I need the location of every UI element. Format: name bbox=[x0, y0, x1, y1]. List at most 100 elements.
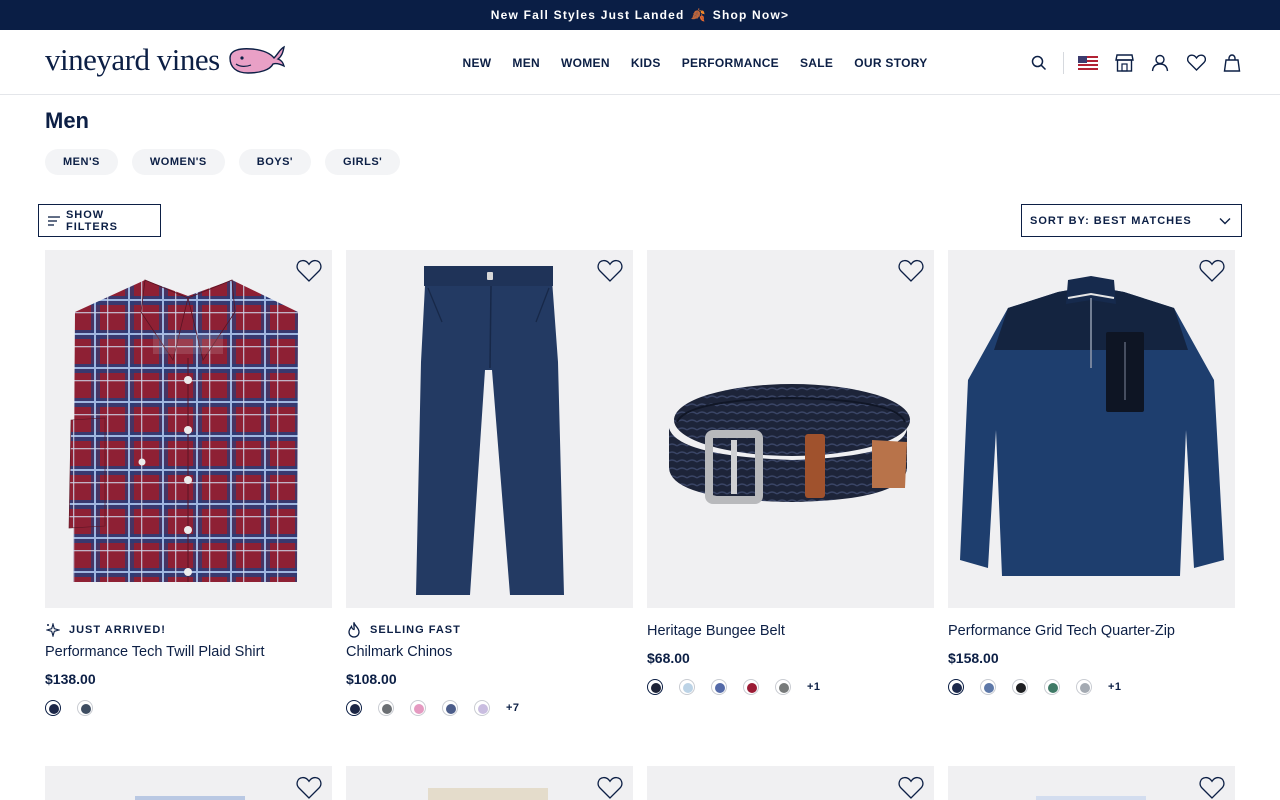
color-swatch[interactable] bbox=[775, 679, 791, 695]
nav-our-story[interactable]: OUR STORY bbox=[844, 56, 938, 70]
product-card[interactable]: SELLING FAST Chilmark Chinos $108.00 +7 bbox=[346, 250, 633, 716]
quarter-zip-image bbox=[960, 276, 1224, 576]
bag-icon[interactable] bbox=[1214, 45, 1250, 81]
nav-new[interactable]: NEW bbox=[452, 56, 502, 70]
filter-lines-icon bbox=[48, 215, 60, 226]
add-to-wishlist-heart-icon[interactable] bbox=[898, 259, 924, 283]
product-image-partial bbox=[428, 788, 548, 800]
color-swatches: +7 bbox=[346, 700, 633, 716]
color-swatch[interactable] bbox=[410, 700, 426, 716]
nav-performance[interactable]: PERFORMANCE bbox=[671, 56, 789, 70]
color-swatch[interactable] bbox=[378, 700, 394, 716]
promo-text: New Fall Styles Just Landed bbox=[490, 8, 685, 22]
color-swatch[interactable] bbox=[743, 679, 759, 695]
add-to-wishlist-heart-icon[interactable] bbox=[1199, 776, 1225, 800]
show-filters-label: SHOW FILTERS bbox=[65, 208, 118, 233]
product-price: $108.00 bbox=[346, 671, 397, 687]
site-header: vineyard vines NEW MEN WOMEN KIDS PERFOR… bbox=[0, 30, 1280, 95]
color-swatch[interactable] bbox=[1076, 679, 1092, 695]
show-filters-button[interactable]: SHOW FILTERS bbox=[38, 204, 161, 237]
color-swatch-selected[interactable] bbox=[346, 700, 362, 716]
product-image-partial bbox=[135, 796, 245, 800]
store-icon[interactable] bbox=[1106, 45, 1142, 81]
chevron-down-icon bbox=[1219, 217, 1231, 224]
header-divider bbox=[1063, 51, 1064, 74]
chip-boys[interactable]: BOYS' bbox=[238, 149, 312, 175]
color-swatches bbox=[45, 700, 332, 716]
product-name[interactable]: Performance Grid Tech Quarter-Zip bbox=[948, 623, 1235, 639]
product-name[interactable]: Heritage Bungee Belt bbox=[647, 623, 934, 639]
more-colors-count[interactable]: +1 bbox=[1108, 681, 1122, 693]
badge-text: SELLING FAST bbox=[370, 624, 461, 636]
category-chips: MEN'S WOMEN'S BOYS' GIRLS' bbox=[45, 149, 401, 175]
nav-women[interactable]: WOMEN bbox=[550, 56, 620, 70]
header-icons bbox=[1021, 30, 1250, 95]
product-card[interactable]: JUST ARRIVED! Performance Tech Twill Pla… bbox=[45, 250, 332, 716]
product-card-partial[interactable] bbox=[45, 766, 332, 800]
add-to-wishlist-heart-icon[interactable] bbox=[296, 259, 322, 283]
product-price: $158.00 bbox=[948, 650, 999, 666]
product-card[interactable]: Performance Grid Tech Quarter-Zip $158.0… bbox=[948, 250, 1235, 695]
product-image[interactable] bbox=[948, 250, 1235, 608]
product-card-partial[interactable] bbox=[647, 766, 934, 800]
wishlist-icon[interactable] bbox=[1178, 45, 1214, 81]
product-name[interactable]: Performance Tech Twill Plaid Shirt bbox=[45, 644, 332, 660]
more-colors-count[interactable]: +7 bbox=[506, 702, 520, 714]
color-swatch[interactable] bbox=[679, 679, 695, 695]
promo-banner[interactable]: New Fall Styles Just Landed 🍂 Shop Now> bbox=[0, 0, 1280, 30]
add-to-wishlist-heart-icon[interactable] bbox=[898, 776, 924, 800]
plaid-shirt-image bbox=[68, 279, 298, 582]
product-card-partial[interactable] bbox=[948, 766, 1235, 800]
product-price: $138.00 bbox=[45, 671, 96, 687]
product-image-partial bbox=[1036, 796, 1146, 800]
leaf-icon: 🍂 bbox=[690, 8, 707, 22]
main-nav: NEW MEN WOMEN KIDS PERFORMANCE SALE OUR … bbox=[452, 30, 938, 95]
logo[interactable]: vineyard vines bbox=[45, 42, 286, 78]
nav-sale[interactable]: SALE bbox=[790, 56, 844, 70]
page-title: Men bbox=[45, 108, 89, 133]
product-price: $68.00 bbox=[647, 650, 690, 666]
add-to-wishlist-heart-icon[interactable] bbox=[597, 776, 623, 800]
add-to-wishlist-heart-icon[interactable] bbox=[1199, 259, 1225, 283]
sort-dropdown[interactable]: SORT BY: BEST MATCHES bbox=[1021, 204, 1242, 237]
color-swatch-selected[interactable] bbox=[948, 679, 964, 695]
color-swatch[interactable] bbox=[980, 679, 996, 695]
search-icon[interactable] bbox=[1021, 45, 1057, 81]
product-badge: SELLING FAST bbox=[346, 622, 633, 638]
color-swatch[interactable] bbox=[474, 700, 490, 716]
bungee-belt-image bbox=[669, 384, 910, 504]
sparkle-icon bbox=[45, 622, 61, 638]
product-image[interactable] bbox=[45, 250, 332, 608]
color-swatch-selected[interactable] bbox=[647, 679, 663, 695]
color-swatch[interactable] bbox=[442, 700, 458, 716]
whale-logo-icon bbox=[228, 45, 285, 74]
product-image[interactable] bbox=[647, 250, 934, 608]
chinos-image bbox=[416, 266, 564, 595]
chip-womens[interactable]: WOMEN'S bbox=[131, 149, 225, 175]
us-flag-icon[interactable] bbox=[1070, 45, 1106, 81]
product-image[interactable] bbox=[346, 250, 633, 608]
add-to-wishlist-heart-icon[interactable] bbox=[597, 259, 623, 283]
logo-text: vineyard vines bbox=[45, 42, 220, 77]
account-icon[interactable] bbox=[1142, 45, 1178, 81]
color-swatches: +1 bbox=[647, 679, 934, 695]
color-swatch[interactable] bbox=[1044, 679, 1060, 695]
product-badge: JUST ARRIVED! bbox=[45, 622, 332, 638]
sort-label: SORT BY: BEST MATCHES bbox=[1030, 214, 1192, 227]
chip-girls[interactable]: GIRLS' bbox=[325, 149, 401, 175]
color-swatches: +1 bbox=[948, 679, 1235, 695]
product-name[interactable]: Chilmark Chinos bbox=[346, 644, 633, 660]
flame-icon bbox=[346, 622, 362, 638]
color-swatch[interactable] bbox=[1012, 679, 1028, 695]
nav-men[interactable]: MEN bbox=[502, 56, 551, 70]
nav-kids[interactable]: KIDS bbox=[620, 56, 671, 70]
add-to-wishlist-heart-icon[interactable] bbox=[296, 776, 322, 800]
color-swatch-selected[interactable] bbox=[45, 700, 61, 716]
chip-mens[interactable]: MEN'S bbox=[45, 149, 118, 175]
more-colors-count[interactable]: +1 bbox=[807, 681, 821, 693]
color-swatch[interactable] bbox=[77, 700, 93, 716]
color-swatch[interactable] bbox=[711, 679, 727, 695]
promo-cta-link[interactable]: Shop Now> bbox=[713, 8, 789, 22]
product-card-partial[interactable] bbox=[346, 766, 633, 800]
product-card[interactable]: Heritage Bungee Belt $68.00 +1 bbox=[647, 250, 934, 695]
